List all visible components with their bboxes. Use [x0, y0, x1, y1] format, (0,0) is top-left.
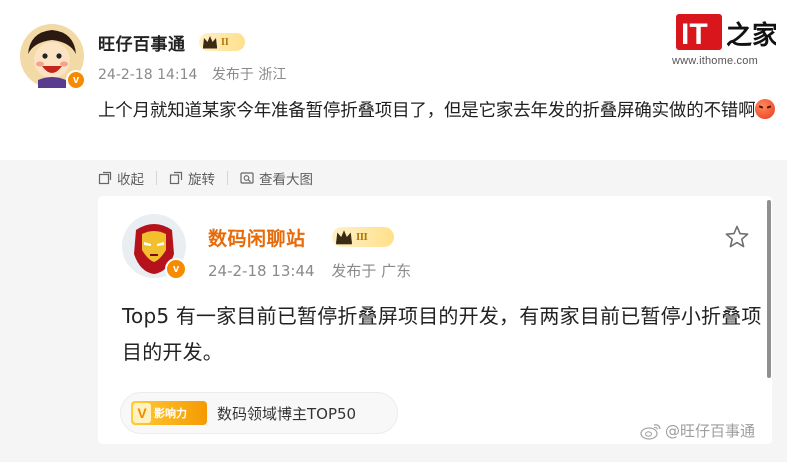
- weibo-watermark: @旺仔百事通: [640, 420, 755, 441]
- post-meta: 24-2-18 14:14 发布于 浙江: [98, 64, 286, 84]
- quoted-meta: 24-2-18 13:44 发布于 广东: [208, 260, 411, 281]
- view-large-button[interactable]: 查看大图: [240, 168, 313, 188]
- post-text: 上个月就知道某家今年准备暂停折叠项目了，但是它家去年发的折叠屏确实做的不错啊: [98, 101, 756, 121]
- influence-badge-icon: V 影响力: [131, 401, 207, 425]
- image-toolbar: 收起 旋转 查看大图: [98, 168, 313, 188]
- quoted-content: Top5 有一家目前已暂停折叠屏项目的开发，有两家目前已暂停小折叠项目的开发。: [122, 304, 762, 364]
- influence-tag-text: 数码领域博主TOP50: [217, 404, 357, 423]
- influence-badge-label: 影响力: [154, 407, 187, 420]
- post-username[interactable]: 旺仔百事通: [98, 30, 186, 55]
- post-location: 发布于 浙江: [211, 67, 287, 83]
- user-level-text: II: [221, 36, 229, 48]
- angry-emoji-icon: [755, 99, 776, 119]
- quoted-timestamp[interactable]: 24-2-18 13:44: [208, 262, 315, 280]
- toolbar-divider: [227, 171, 228, 185]
- collapse-label: 收起: [117, 172, 144, 188]
- rotate-icon: [169, 171, 183, 185]
- watermark-text: @旺仔百事通: [665, 422, 756, 440]
- quoted-verified-badge-icon: v: [165, 258, 187, 280]
- weibo-logo-icon: [640, 423, 661, 440]
- rotate-label: 旋转: [188, 172, 215, 188]
- crown-icon: [203, 36, 217, 49]
- user-level-badge[interactable]: II: [199, 33, 245, 51]
- weibo-post: v 旺仔百事通 II 24-2-18 14:14 发布于 浙江 上个月就知道某家…: [0, 0, 787, 160]
- post-timestamp[interactable]: 24-2-18 14:14: [98, 67, 197, 83]
- rotate-button[interactable]: 旋转: [169, 168, 215, 188]
- view-large-icon: [240, 172, 254, 184]
- quoted-username[interactable]: 数码闲聊站: [208, 224, 306, 251]
- user-avatar[interactable]: v: [20, 24, 86, 90]
- logo-home-text: 之家: [726, 20, 776, 51]
- influence-v-letter: V: [133, 403, 151, 423]
- collapse-icon: [98, 171, 112, 185]
- verified-badge-icon: v: [66, 70, 86, 90]
- view-large-label: 查看大图: [259, 172, 313, 188]
- quoted-level-badge[interactable]: III: [332, 227, 394, 247]
- influence-tag[interactable]: V 影响力 数码领域博主TOP50: [120, 392, 398, 434]
- logo-url: www.ithome.com: [672, 55, 758, 67]
- crown-icon: [336, 230, 352, 245]
- toolbar-divider: [156, 171, 157, 185]
- post-content: 上个月就知道某家今年准备暂停折叠项目了，但是它家去年发的折叠屏确实做的不错啊: [98, 96, 778, 126]
- collapse-button[interactable]: 收起: [98, 168, 144, 188]
- scrollbar[interactable]: [767, 200, 771, 378]
- quoted-level-text: III: [356, 231, 368, 243]
- quoted-location: 发布于 广东: [331, 262, 412, 280]
- favorite-star-icon[interactable]: [724, 224, 750, 250]
- logo-it-text: IT: [681, 18, 708, 51]
